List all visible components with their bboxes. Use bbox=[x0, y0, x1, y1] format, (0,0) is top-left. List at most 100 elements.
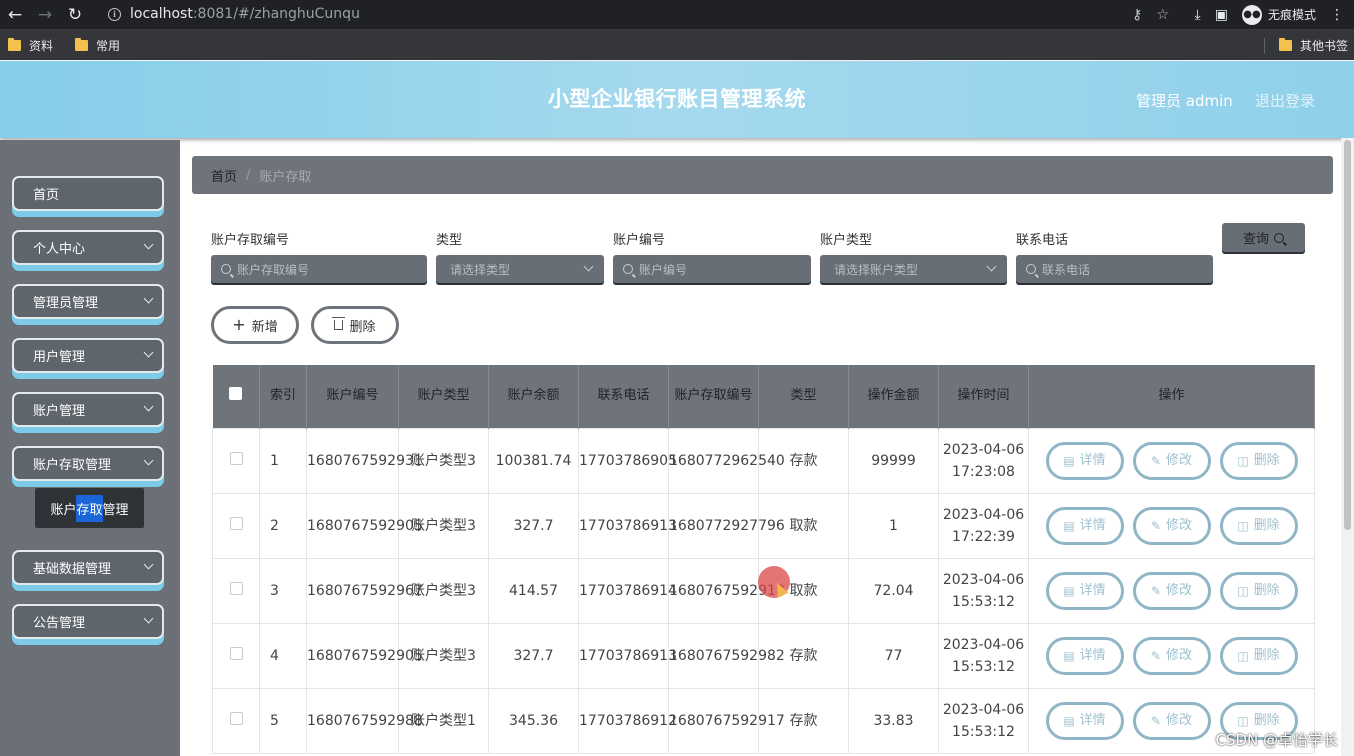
cell-account-type: 账户类型3 bbox=[398, 622, 489, 689]
txn-no-input[interactable]: 账户存取编号 bbox=[211, 255, 427, 283]
add-button[interactable]: + 新增 bbox=[211, 306, 299, 344]
type-select[interactable]: 请选择类型 bbox=[436, 255, 604, 283]
select-all-checkbox[interactable] bbox=[229, 386, 243, 400]
search-icon bbox=[623, 264, 633, 274]
cell-time: 2023-04-06 15:53:12 bbox=[938, 687, 1029, 754]
row-checkbox[interactable] bbox=[229, 581, 243, 595]
key-icon[interactable]: ⚷ bbox=[1132, 7, 1142, 23]
row-delete-button[interactable]: ◫ 删除 bbox=[1219, 506, 1298, 545]
trash-icon: ◫ bbox=[1237, 518, 1249, 533]
sidebar-item-label: 账户管理 bbox=[33, 404, 86, 419]
incognito-indicator[interactable]: ●● 无痕模式 bbox=[1241, 4, 1316, 25]
detail-button[interactable]: ▤ 详情 bbox=[1045, 506, 1124, 545]
bookmarks-bar: 资料 常用 其他书签 bbox=[0, 29, 1354, 60]
reload-icon[interactable]: ↻ bbox=[60, 0, 90, 29]
edit-label: 修改 bbox=[1166, 647, 1193, 663]
search-icon bbox=[1026, 264, 1036, 274]
query-button[interactable]: 查询 bbox=[1222, 223, 1305, 252]
cell-time: 2023-04-06 15:53:12 bbox=[938, 557, 1029, 624]
cell-amount: 72.04 bbox=[848, 557, 939, 624]
header-time: 操作时间 bbox=[938, 365, 1029, 428]
header-txn-no: 账户存取编号 bbox=[668, 365, 759, 428]
cell-amount: 33.83 bbox=[848, 687, 939, 754]
account-type-select[interactable]: 请选择账户类型 bbox=[820, 255, 1007, 283]
row-checkbox[interactable] bbox=[229, 516, 243, 530]
sidebar-item-label: 个人中心 bbox=[33, 242, 86, 257]
bookmark-label: 常用 bbox=[96, 38, 121, 53]
document-icon: ▤ bbox=[1063, 453, 1075, 468]
detail-button[interactable]: ▤ 详情 bbox=[1045, 701, 1124, 740]
row-checkbox[interactable] bbox=[229, 451, 243, 465]
breadcrumb-home[interactable]: 首页 bbox=[211, 166, 237, 185]
sidebar-item-basic-data-mgmt[interactable]: 基础数据管理 bbox=[12, 550, 164, 585]
submenu-label-post: 管理 bbox=[102, 502, 129, 518]
detail-label: 详情 bbox=[1079, 452, 1106, 468]
pencil-icon: ✎ bbox=[1150, 518, 1162, 533]
cell-amount: 77 bbox=[848, 622, 939, 689]
download-icon[interactable]: ⤓ bbox=[1195, 7, 1201, 23]
sidebar-item-admin-mgmt[interactable]: 管理员管理 bbox=[12, 284, 164, 319]
chevron-down-icon bbox=[143, 293, 154, 304]
other-bookmarks[interactable]: 其他书签 bbox=[1263, 30, 1348, 61]
sidepanel-icon[interactable]: ▣ bbox=[1215, 7, 1228, 23]
row-checkbox[interactable] bbox=[229, 646, 243, 660]
submenu-deposit-withdraw[interactable]: 账户 存取 管理 bbox=[35, 488, 144, 528]
sidebar-item-label: 基础数据管理 bbox=[33, 562, 112, 577]
filter-label-txn-no: 账户存取编号 bbox=[211, 233, 290, 248]
chevron-down-icon bbox=[143, 455, 154, 466]
cell-time: 2023-04-06 17:23:08 bbox=[938, 427, 1029, 494]
cell-txn-no: 1680767592982 bbox=[668, 622, 785, 689]
sidebar-item-home[interactable]: 首页 bbox=[12, 176, 164, 211]
plus-icon: + bbox=[232, 315, 246, 334]
sidebar-item-label: 管理员管理 bbox=[33, 296, 99, 311]
edit-label: 修改 bbox=[1166, 582, 1193, 598]
cell-balance: 327.7 bbox=[488, 492, 579, 559]
chevron-down-icon bbox=[143, 401, 154, 412]
header-index: 索引 bbox=[259, 365, 307, 428]
edit-button[interactable]: ✎ 修改 bbox=[1132, 701, 1211, 740]
site-info-icon[interactable]: i bbox=[108, 7, 121, 21]
detail-button[interactable]: ▤ 详情 bbox=[1045, 571, 1124, 610]
folder-icon bbox=[75, 37, 89, 51]
bookmark-folder-changyong[interactable]: 常用 bbox=[75, 37, 120, 54]
table-row: 4 1680767592905 账户类型3 327.7 17703786913 … bbox=[212, 622, 1315, 689]
bookmark-folder-ziliao[interactable]: 资料 bbox=[8, 37, 53, 54]
row-checkbox[interactable] bbox=[229, 711, 243, 725]
account-no-input[interactable]: 账户编号 bbox=[613, 255, 811, 283]
edit-button[interactable]: ✎ 修改 bbox=[1132, 636, 1211, 675]
back-icon[interactable]: ← bbox=[0, 0, 30, 29]
chevron-down-icon bbox=[143, 347, 154, 358]
header-account-type: 账户类型 bbox=[398, 365, 489, 428]
row-delete-button[interactable]: ◫ 删除 bbox=[1219, 441, 1298, 480]
scrollbar-thumb[interactable] bbox=[1344, 140, 1351, 530]
page-scrollbar[interactable] bbox=[1341, 138, 1354, 756]
sidebar-item-account-mgmt[interactable]: 账户管理 bbox=[12, 392, 164, 427]
bulk-delete-button[interactable]: 删除 bbox=[311, 306, 399, 344]
sidebar-item-notice-mgmt[interactable]: 公告管理 bbox=[12, 604, 164, 639]
cell-index: 4 bbox=[259, 622, 307, 689]
address-bar[interactable]: i localhost:8081/#/zhanghuCunqu bbox=[96, 2, 1166, 26]
more-menu-icon[interactable]: ⋮ bbox=[1330, 7, 1344, 23]
star-icon[interactable]: ☆ bbox=[1156, 7, 1169, 23]
sidebar-item-label: 首页 bbox=[33, 188, 60, 203]
sidebar-item-user-mgmt[interactable]: 用户管理 bbox=[12, 338, 164, 373]
edit-button[interactable]: ✎ 修改 bbox=[1132, 571, 1211, 610]
sidebar-item-deposit-withdraw-mgmt[interactable]: 账户存取管理 bbox=[12, 446, 164, 481]
row-delete-button[interactable]: ◫ 删除 bbox=[1219, 636, 1298, 675]
phone-input[interactable]: 联系电话 bbox=[1016, 255, 1213, 283]
edit-button[interactable]: ✎ 修改 bbox=[1132, 506, 1211, 545]
edit-label: 修改 bbox=[1166, 712, 1193, 728]
chevron-down-icon bbox=[143, 559, 154, 570]
document-icon: ▤ bbox=[1063, 648, 1075, 663]
edit-button[interactable]: ✎ 修改 bbox=[1132, 441, 1211, 480]
row-delete-button[interactable]: ◫ 删除 bbox=[1219, 571, 1298, 610]
detail-button[interactable]: ▤ 详情 bbox=[1045, 441, 1124, 480]
detail-button[interactable]: ▤ 详情 bbox=[1045, 636, 1124, 675]
sidebar-item-label: 账户存取管理 bbox=[33, 458, 112, 473]
header-actions: 操作 bbox=[1028, 365, 1315, 428]
app-header: 小型企业银行账目管理系统 管理员 admin 退出登录 bbox=[0, 61, 1354, 138]
logout-link[interactable]: 退出登录 bbox=[1255, 90, 1315, 111]
forward-icon[interactable]: → bbox=[30, 0, 60, 29]
sidebar-item-profile[interactable]: 个人中心 bbox=[12, 230, 164, 265]
chevron-down-icon bbox=[143, 613, 154, 624]
